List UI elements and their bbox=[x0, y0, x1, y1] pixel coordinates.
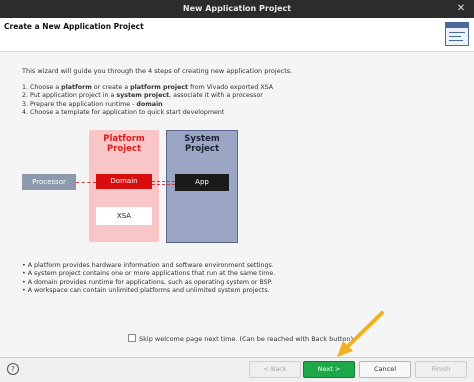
back-button[interactable]: < Back bbox=[249, 361, 301, 378]
finish-button[interactable]: Finish bbox=[415, 361, 467, 378]
annotation-arrow-icon bbox=[337, 311, 384, 357]
next-button[interactable]: Next > bbox=[303, 361, 355, 378]
cancel-button[interactable]: Cancel bbox=[359, 361, 411, 378]
help-icon[interactable]: ? bbox=[7, 363, 19, 375]
wizard-footer: ? < Back Next > Cancel Finish bbox=[0, 357, 474, 382]
